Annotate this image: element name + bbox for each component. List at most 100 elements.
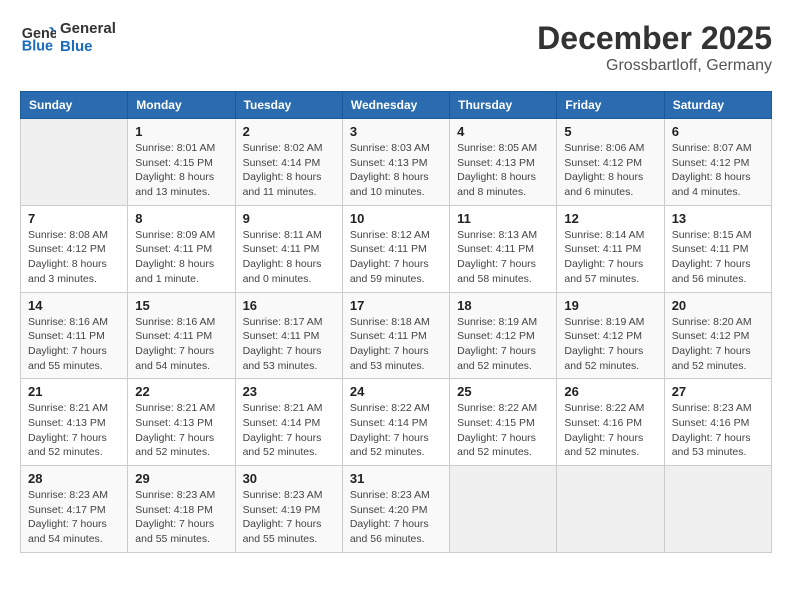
day-number: 14 bbox=[28, 298, 120, 313]
day-number: 22 bbox=[135, 384, 227, 399]
weekday-header: Saturday bbox=[664, 92, 771, 119]
weekday-header: Thursday bbox=[450, 92, 557, 119]
calendar-body: 1 Sunrise: 8:01 AMSunset: 4:15 PMDaylight… bbox=[21, 119, 772, 553]
calendar-cell: 1 Sunrise: 8:01 AMSunset: 4:15 PMDaylight… bbox=[128, 119, 235, 206]
day-number: 15 bbox=[135, 298, 227, 313]
calendar-cell: 5 Sunrise: 8:06 AMSunset: 4:12 PMDaylight… bbox=[557, 119, 664, 206]
calendar-header: SundayMondayTuesdayWednesdayThursdayFrid… bbox=[21, 92, 772, 119]
day-number: 18 bbox=[457, 298, 549, 313]
weekday-header: Wednesday bbox=[342, 92, 449, 119]
day-number: 26 bbox=[564, 384, 656, 399]
month-title: December 2025 bbox=[537, 20, 772, 57]
logo-line2: Blue bbox=[60, 38, 116, 56]
day-info: Sunrise: 8:22 AMSunset: 4:16 PMDaylight:… bbox=[564, 401, 656, 460]
calendar-week-row: 1 Sunrise: 8:01 AMSunset: 4:15 PMDaylight… bbox=[21, 119, 772, 206]
weekday-header: Monday bbox=[128, 92, 235, 119]
calendar-cell: 10 Sunrise: 8:12 AMSunset: 4:11 PMDayligh… bbox=[342, 205, 449, 292]
day-number: 31 bbox=[350, 471, 442, 486]
calendar-cell: 30 Sunrise: 8:23 AMSunset: 4:19 PMDayligh… bbox=[235, 466, 342, 553]
day-number: 12 bbox=[564, 211, 656, 226]
day-info: Sunrise: 8:21 AMSunset: 4:13 PMDaylight:… bbox=[28, 401, 120, 460]
day-number: 1 bbox=[135, 124, 227, 139]
calendar-cell: 16 Sunrise: 8:17 AMSunset: 4:11 PMDayligh… bbox=[235, 292, 342, 379]
calendar-week-row: 21Sunrise: 8:21 AMSunset: 4:13 PMDayligh… bbox=[21, 379, 772, 466]
calendar-cell: 25 Sunrise: 8:22 AMSunset: 4:15 PMDayligh… bbox=[450, 379, 557, 466]
day-number: 25 bbox=[457, 384, 549, 399]
calendar-week-row: 7 Sunrise: 8:08 AMSunset: 4:12 PMDaylight… bbox=[21, 205, 772, 292]
calendar-cell: 4Sunrise: 8:05 AMSunset: 4:13 PMDaylight… bbox=[450, 119, 557, 206]
day-number: 28 bbox=[28, 471, 120, 486]
calendar-cell: 15Sunrise: 8:16 AMSunset: 4:11 PMDayligh… bbox=[128, 292, 235, 379]
day-info: Sunrise: 8:12 AMSunset: 4:11 PMDaylight:… bbox=[350, 228, 442, 287]
day-info: Sunrise: 8:19 AMSunset: 4:12 PMDaylight:… bbox=[457, 315, 549, 374]
day-number: 3 bbox=[350, 124, 442, 139]
weekday-header: Sunday bbox=[21, 92, 128, 119]
day-number: 27 bbox=[672, 384, 764, 399]
calendar-cell bbox=[450, 466, 557, 553]
day-number: 17 bbox=[350, 298, 442, 313]
calendar-table: SundayMondayTuesdayWednesdayThursdayFrid… bbox=[20, 91, 772, 553]
day-info: Sunrise: 8:19 AMSunset: 4:12 PMDaylight:… bbox=[564, 315, 656, 374]
weekday-header: Friday bbox=[557, 92, 664, 119]
weekday-header: Tuesday bbox=[235, 92, 342, 119]
calendar-cell: 19 Sunrise: 8:19 AMSunset: 4:12 PMDayligh… bbox=[557, 292, 664, 379]
day-number: 2 bbox=[243, 124, 335, 139]
title-area: December 2025 Grossbartloff, Germany bbox=[537, 20, 772, 75]
day-number: 8 bbox=[135, 211, 227, 226]
day-info: Sunrise: 8:01 AMSunset: 4:15 PMDaylight:… bbox=[135, 141, 227, 200]
day-info: Sunrise: 8:08 AMSunset: 4:12 PMDaylight:… bbox=[28, 228, 120, 287]
day-number: 16 bbox=[243, 298, 335, 313]
day-number: 9 bbox=[243, 211, 335, 226]
day-info: Sunrise: 8:18 AMSunset: 4:11 PMDaylight:… bbox=[350, 315, 442, 374]
calendar-cell: 31 Sunrise: 8:23 AMSunset: 4:20 PMDayligh… bbox=[342, 466, 449, 553]
day-number: 7 bbox=[28, 211, 120, 226]
calendar-cell bbox=[21, 119, 128, 206]
calendar-cell bbox=[664, 466, 771, 553]
svg-text:Blue: Blue bbox=[22, 39, 53, 55]
calendar-cell: 21Sunrise: 8:21 AMSunset: 4:13 PMDayligh… bbox=[21, 379, 128, 466]
day-number: 29 bbox=[135, 471, 227, 486]
day-info: Sunrise: 8:09 AMSunset: 4:11 PMDaylight:… bbox=[135, 228, 227, 287]
day-info: Sunrise: 8:23 AMSunset: 4:20 PMDaylight:… bbox=[350, 488, 442, 547]
day-info: Sunrise: 8:20 AMSunset: 4:12 PMDaylight:… bbox=[672, 315, 764, 374]
day-number: 19 bbox=[564, 298, 656, 313]
calendar-week-row: 14 Sunrise: 8:16 AMSunset: 4:11 PMDayligh… bbox=[21, 292, 772, 379]
calendar-cell: 26 Sunrise: 8:22 AMSunset: 4:16 PMDayligh… bbox=[557, 379, 664, 466]
calendar-cell: 18 Sunrise: 8:19 AMSunset: 4:12 PMDayligh… bbox=[450, 292, 557, 379]
day-number: 10 bbox=[350, 211, 442, 226]
day-info: Sunrise: 8:21 AMSunset: 4:14 PMDaylight:… bbox=[243, 401, 335, 460]
calendar-cell: 11 Sunrise: 8:13 AMSunset: 4:11 PMDayligh… bbox=[450, 205, 557, 292]
calendar-cell: 3Sunrise: 8:03 AMSunset: 4:13 PMDaylight… bbox=[342, 119, 449, 206]
calendar-cell: 24 Sunrise: 8:22 AMSunset: 4:14 PMDayligh… bbox=[342, 379, 449, 466]
day-info: Sunrise: 8:23 AMSunset: 4:19 PMDaylight:… bbox=[243, 488, 335, 547]
day-info: Sunrise: 8:06 AMSunset: 4:12 PMDaylight:… bbox=[564, 141, 656, 200]
location-title: Grossbartloff, Germany bbox=[537, 57, 772, 75]
calendar-cell: 22 Sunrise: 8:21 AMSunset: 4:13 PMDayligh… bbox=[128, 379, 235, 466]
day-info: Sunrise: 8:21 AMSunset: 4:13 PMDaylight:… bbox=[135, 401, 227, 460]
calendar-cell: 6Sunrise: 8:07 AMSunset: 4:12 PMDaylight… bbox=[664, 119, 771, 206]
day-info: Sunrise: 8:16 AMSunset: 4:11 PMDaylight:… bbox=[28, 315, 120, 374]
day-number: 5 bbox=[564, 124, 656, 139]
day-number: 24 bbox=[350, 384, 442, 399]
calendar-cell: 28Sunrise: 8:23 AMSunset: 4:17 PMDayligh… bbox=[21, 466, 128, 553]
calendar-cell: 13Sunrise: 8:15 AMSunset: 4:11 PMDayligh… bbox=[664, 205, 771, 292]
calendar-cell: 17 Sunrise: 8:18 AMSunset: 4:11 PMDayligh… bbox=[342, 292, 449, 379]
day-number: 11 bbox=[457, 211, 549, 226]
day-info: Sunrise: 8:22 AMSunset: 4:14 PMDaylight:… bbox=[350, 401, 442, 460]
day-info: Sunrise: 8:05 AMSunset: 4:13 PMDaylight:… bbox=[457, 141, 549, 200]
day-info: Sunrise: 8:17 AMSunset: 4:11 PMDaylight:… bbox=[243, 315, 335, 374]
day-number: 20 bbox=[672, 298, 764, 313]
logo-icon: General Blue bbox=[20, 20, 56, 56]
calendar-cell: 20 Sunrise: 8:20 AMSunset: 4:12 PMDayligh… bbox=[664, 292, 771, 379]
day-info: Sunrise: 8:22 AMSunset: 4:15 PMDaylight:… bbox=[457, 401, 549, 460]
day-number: 30 bbox=[243, 471, 335, 486]
calendar-cell: 12Sunrise: 8:14 AMSunset: 4:11 PMDayligh… bbox=[557, 205, 664, 292]
calendar-cell: 8 Sunrise: 8:09 AMSunset: 4:11 PMDaylight… bbox=[128, 205, 235, 292]
day-info: Sunrise: 8:13 AMSunset: 4:11 PMDaylight:… bbox=[457, 228, 549, 287]
calendar-cell: 2Sunrise: 8:02 AMSunset: 4:14 PMDaylight… bbox=[235, 119, 342, 206]
calendar-cell: 29 Sunrise: 8:23 AMSunset: 4:18 PMDayligh… bbox=[128, 466, 235, 553]
logo: General Blue General Blue bbox=[20, 20, 116, 56]
calendar-cell: 27Sunrise: 8:23 AMSunset: 4:16 PMDayligh… bbox=[664, 379, 771, 466]
day-info: Sunrise: 8:23 AMSunset: 4:18 PMDaylight:… bbox=[135, 488, 227, 547]
calendar-cell: 7 Sunrise: 8:08 AMSunset: 4:12 PMDaylight… bbox=[21, 205, 128, 292]
